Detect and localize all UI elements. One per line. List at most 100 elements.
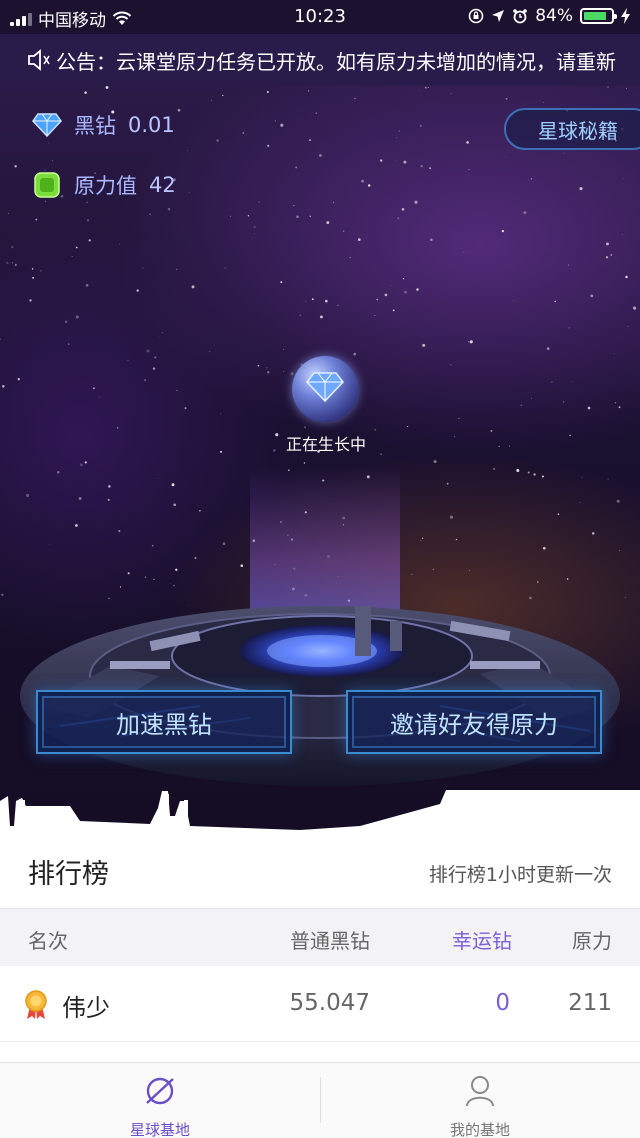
announcement-text: 云课堂原力任务已开放。如有原力未增加的情况，请重新 bbox=[116, 49, 616, 74]
star bbox=[79, 463, 83, 467]
star bbox=[433, 460, 437, 464]
star bbox=[414, 200, 418, 204]
column-normal-diamond[interactable]: 普通黑钻 bbox=[290, 925, 370, 954]
alarm-icon bbox=[513, 9, 528, 24]
column-force[interactable]: 原力 bbox=[572, 925, 612, 954]
star bbox=[563, 401, 565, 403]
star bbox=[6, 261, 9, 265]
ranking-header: 排行榜 排行榜1小时更新一次 bbox=[0, 830, 640, 908]
star bbox=[0, 338, 1, 341]
star bbox=[299, 314, 302, 316]
star bbox=[614, 402, 617, 404]
star bbox=[309, 139, 311, 142]
star bbox=[579, 187, 583, 191]
star bbox=[581, 477, 583, 479]
planet-scene: 黑钻 0.01 原力值 42 星球秘籍 正在生长中 加速黑钻 邀请好友得原力 bbox=[0, 86, 640, 830]
tab-my-base[interactable]: 我的基地 bbox=[320, 1063, 640, 1138]
star bbox=[242, 132, 245, 134]
star bbox=[390, 285, 391, 287]
star bbox=[587, 406, 591, 410]
ranking-title: 排行榜 bbox=[28, 859, 109, 890]
star bbox=[450, 93, 452, 95]
star bbox=[563, 152, 565, 154]
star bbox=[51, 160, 53, 162]
star bbox=[293, 205, 295, 207]
star bbox=[357, 238, 361, 241]
star bbox=[254, 233, 255, 234]
growing-diamond-bubble[interactable] bbox=[292, 356, 358, 422]
star bbox=[337, 304, 339, 306]
star bbox=[290, 372, 294, 376]
star bbox=[222, 94, 224, 97]
accelerate-diamond-button[interactable]: 加速黑钻 bbox=[36, 690, 292, 754]
star bbox=[567, 264, 570, 266]
force-stat: 原力值 42 bbox=[32, 170, 176, 200]
column-rank: 名次 bbox=[28, 929, 68, 953]
star bbox=[188, 192, 190, 194]
star bbox=[136, 289, 139, 292]
announcement-bar[interactable]: 公告： 云课堂原力任务已开放。如有原力未增加的情况，请重新 bbox=[0, 34, 640, 86]
star bbox=[454, 436, 456, 437]
star bbox=[105, 86, 109, 89]
star bbox=[508, 445, 510, 447]
star bbox=[398, 130, 401, 132]
star bbox=[142, 267, 144, 269]
star bbox=[430, 238, 433, 242]
star bbox=[458, 417, 460, 420]
star bbox=[531, 398, 533, 399]
force-value: 211 bbox=[568, 990, 612, 1016]
star bbox=[625, 275, 628, 279]
star bbox=[75, 315, 79, 319]
star bbox=[107, 104, 109, 106]
star bbox=[86, 201, 88, 204]
star bbox=[211, 99, 212, 101]
growing-status: 正在生长中 bbox=[285, 435, 366, 454]
invite-friends-button[interactable]: 邀请好友得原力 bbox=[346, 690, 602, 754]
star bbox=[396, 137, 397, 139]
star bbox=[99, 396, 100, 398]
star bbox=[40, 270, 42, 272]
star bbox=[175, 268, 178, 271]
star bbox=[384, 293, 388, 297]
star bbox=[11, 246, 14, 249]
force-value: 42 bbox=[149, 173, 176, 197]
star bbox=[176, 389, 178, 391]
star bbox=[216, 139, 219, 142]
star bbox=[541, 475, 544, 478]
status-bar: 中国移动 10:23 84% bbox=[0, 0, 640, 34]
star bbox=[349, 257, 351, 259]
star bbox=[533, 473, 536, 476]
star bbox=[446, 482, 449, 485]
star bbox=[267, 144, 270, 147]
lucky-diamond-value: 0 bbox=[495, 990, 510, 1016]
star bbox=[424, 86, 427, 89]
black-diamond-value: 0.01 bbox=[128, 113, 175, 137]
star bbox=[14, 165, 17, 168]
star bbox=[621, 234, 623, 235]
star bbox=[626, 88, 628, 90]
star bbox=[144, 379, 147, 382]
star bbox=[247, 215, 250, 217]
star bbox=[266, 367, 268, 369]
star bbox=[607, 478, 609, 480]
star bbox=[274, 120, 276, 122]
star bbox=[184, 407, 187, 410]
tab-bar: 星球基地 我的基地 bbox=[0, 1062, 640, 1138]
star bbox=[311, 298, 314, 301]
star bbox=[177, 108, 181, 112]
table-row[interactable]: 伟少 55.047 0 211 bbox=[0, 966, 640, 1042]
column-lucky-diamond[interactable]: 幸运钻 bbox=[452, 925, 512, 954]
black-diamond-stat: 黑钻 0.01 bbox=[32, 110, 175, 140]
star bbox=[407, 425, 409, 428]
planet-secrets-button[interactable]: 星球秘籍 bbox=[504, 108, 640, 150]
tab-planet-base[interactable]: 星球基地 bbox=[0, 1063, 320, 1138]
star bbox=[152, 367, 156, 370]
star bbox=[315, 112, 317, 114]
star bbox=[45, 200, 47, 202]
star bbox=[56, 470, 60, 474]
star bbox=[466, 141, 469, 144]
star bbox=[606, 242, 609, 246]
star bbox=[367, 184, 371, 187]
star bbox=[85, 283, 89, 287]
star bbox=[88, 239, 91, 242]
